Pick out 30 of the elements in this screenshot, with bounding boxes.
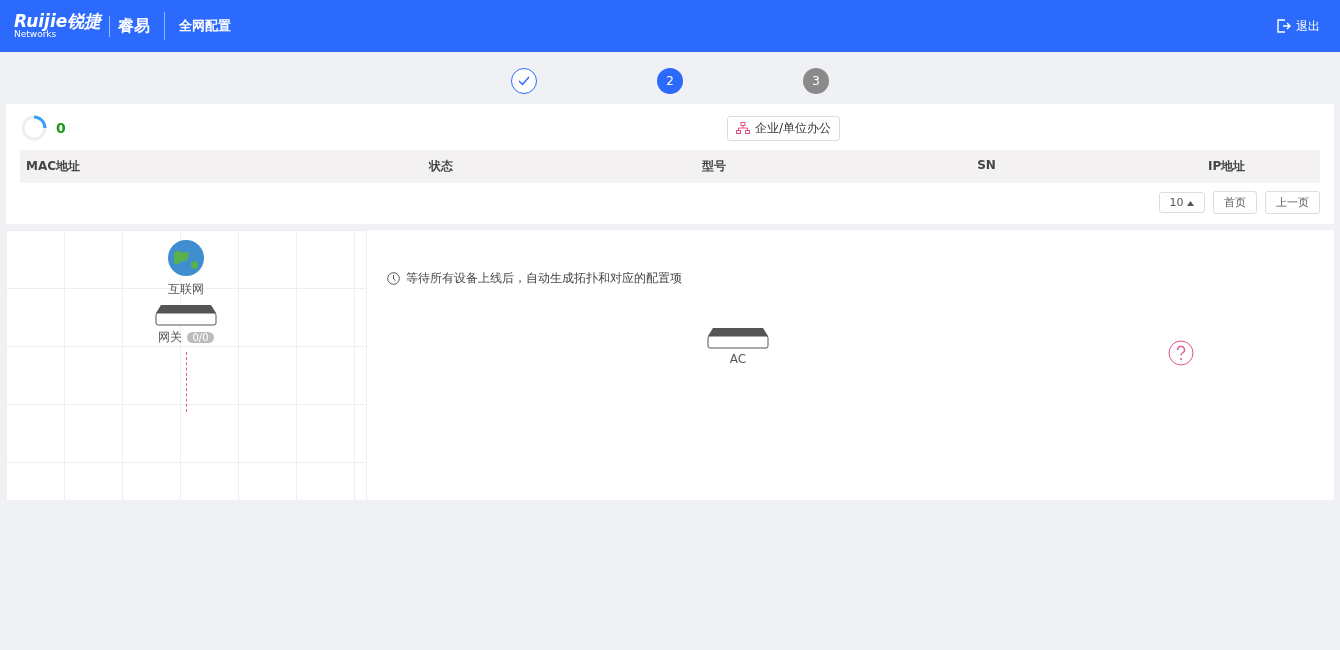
first-page-button[interactable]: 首页: [1213, 191, 1257, 214]
caret-icon: [1187, 201, 1194, 206]
network-icon: [735, 122, 750, 134]
ac-device: [707, 327, 769, 349]
column-header: 型号: [700, 158, 727, 175]
loading-spinner-icon: [20, 114, 48, 142]
clock-icon: [387, 272, 400, 285]
brand-logo: Ruijie锐捷 Networks: [14, 13, 102, 39]
scene-tag: 企业/单位办公: [726, 115, 840, 141]
device-count: 0: [56, 120, 66, 136]
logout-button[interactable]: 退出: [1271, 16, 1326, 36]
ac-label: AC: [729, 352, 747, 366]
product-name: 睿易: [109, 15, 151, 37]
gateway-count-badge: 0/0: [187, 332, 214, 343]
column-header: SN: [976, 158, 997, 174]
step-indicator: 2: [657, 68, 683, 94]
exit-icon: [1277, 19, 1291, 33]
gateway-label: 网关: [158, 329, 183, 346]
column-header: MAC地址: [26, 158, 82, 175]
column-header: IP地址: [1207, 158, 1247, 175]
globe-icon: [166, 238, 206, 278]
gateway-device: [155, 304, 217, 326]
column-header: 状态: [427, 158, 454, 175]
prev-page-button[interactable]: 上一页: [1265, 191, 1320, 214]
page-title: 全网配置: [179, 17, 232, 35]
internet-label: 互联网: [168, 281, 204, 298]
step-indicator: 3: [803, 68, 829, 94]
waiting-notice: 等待所有设备上线后，自动生成拓扑和对应的配置项: [387, 270, 1314, 287]
page-size-select[interactable]: 10: [1158, 192, 1205, 213]
help-icon[interactable]: [1168, 340, 1194, 366]
